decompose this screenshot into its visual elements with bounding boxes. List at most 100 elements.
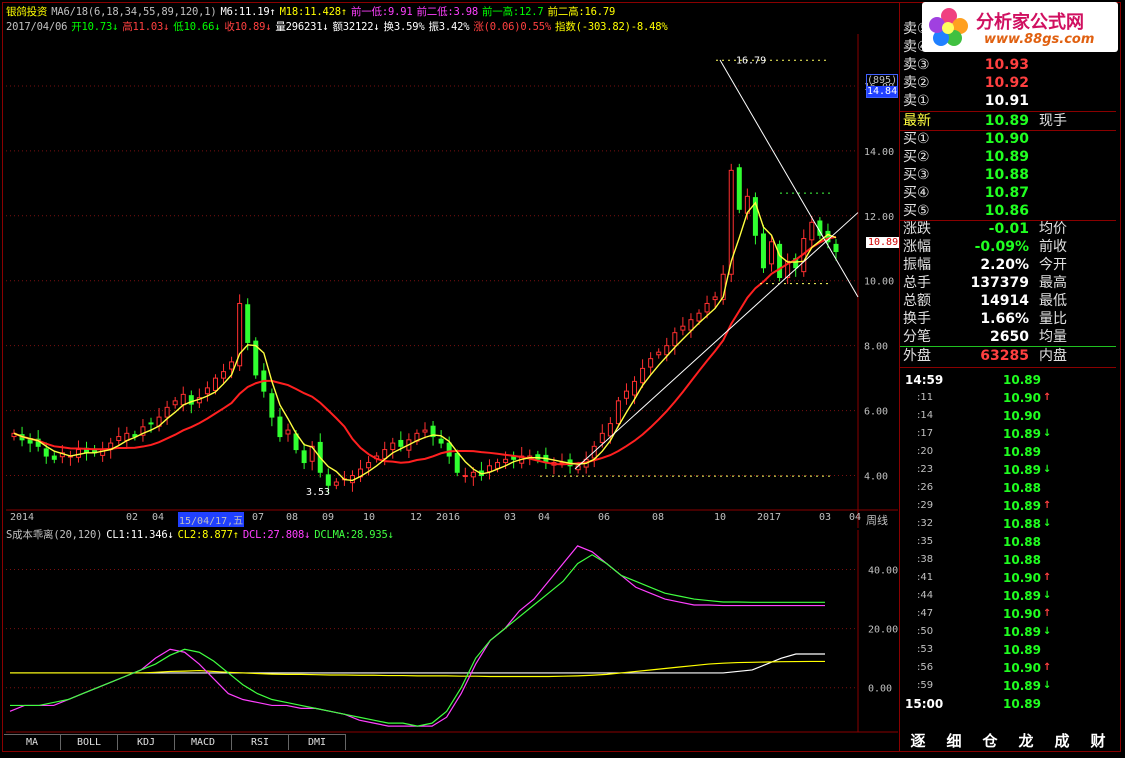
period-weekly-label[interactable]: 周线	[866, 512, 888, 528]
ohlc-item: 低10.66↓	[173, 21, 221, 33]
quote-label: 买①	[903, 131, 930, 147]
header-item: 前二低:3.98	[416, 6, 478, 18]
candle-body	[470, 471, 476, 478]
cursor-value-tag: (895) 14.84	[866, 74, 898, 98]
tick-price: 10.90	[1003, 607, 1041, 621]
stat-row: 振幅 2.20% 今开	[903, 256, 1115, 274]
quote-label: 卖①	[903, 93, 930, 109]
stat-row: 分笔 2650 均量	[903, 328, 1115, 346]
header-item: MA6/18(6,18,34,55,89,120,1)	[51, 6, 217, 18]
tab-boll[interactable]: BOLL	[61, 734, 118, 750]
candle-body	[245, 304, 251, 343]
quote-label: 买③	[903, 167, 930, 183]
candle-body	[769, 241, 775, 265]
indicator-item: S成本乖离(20,120)	[6, 529, 103, 541]
tick-price: 10.89	[1003, 679, 1041, 693]
tick-time: :44	[917, 590, 934, 601]
candle-body	[148, 422, 154, 425]
outer-label: 外盘	[903, 348, 931, 364]
stat-row: 总手 137379 最高	[903, 274, 1115, 292]
candle-body	[446, 442, 452, 457]
candle-body	[736, 167, 742, 210]
quote-label: 卖②	[903, 75, 930, 91]
candle-body	[688, 319, 694, 331]
tick-time: :26	[917, 482, 934, 493]
tick-arrow-icon: ↑	[1043, 662, 1052, 673]
candle-body	[632, 380, 638, 396]
y-tick-label: 4.00	[864, 472, 888, 483]
y-tick-label: 12.00	[864, 212, 894, 223]
y-tick-label: 6.00	[864, 407, 888, 418]
stat-value: -0.09%	[974, 239, 1029, 255]
panel-button[interactable]: 细	[941, 730, 967, 750]
candle-body	[285, 429, 291, 435]
candle-body	[438, 438, 444, 444]
quote-label: 买②	[903, 149, 930, 165]
tick-price: 10.88	[1003, 553, 1041, 567]
y-tick-label: 14.00	[864, 147, 894, 158]
tick-time: :32	[917, 518, 934, 529]
stat-row: 总额 14914 最低	[903, 292, 1115, 310]
tab-ma[interactable]: MA	[4, 734, 61, 750]
tick-time: :38	[917, 554, 934, 565]
x-tick-label: 2016	[436, 512, 461, 523]
ohlc-item: 量296231↓	[275, 21, 329, 33]
indicator-item: DCL:27.808↓	[242, 529, 311, 541]
indicator-header: S成本乖离(20,120) CL1:11.346↓ CL2:8.877↑ DCL:27…	[6, 527, 398, 542]
header-item: 前二高:16.79	[547, 6, 616, 18]
ma6-line	[13, 201, 837, 482]
tick-time: 14:59	[905, 373, 944, 387]
tick-row: :23 10.89 ↓	[903, 461, 1115, 479]
price-annotation: 16.79	[736, 55, 766, 66]
tick-time: :47	[917, 608, 934, 619]
stat-row: 涨跌 -0.01 均价	[903, 220, 1115, 238]
panel-button[interactable]: 龙	[1013, 730, 1039, 750]
candle-body	[229, 361, 235, 370]
candle-body	[277, 416, 283, 438]
tab-kdj[interactable]: KDJ	[118, 734, 175, 750]
candle-body	[615, 400, 621, 425]
logo-title: 分析家公式网	[976, 12, 1084, 33]
x-tick-label: 15/04/17,五	[178, 512, 245, 527]
tick-row: :11 10.90 ↑	[903, 389, 1115, 407]
tick-row: :32 10.88 ↓	[903, 515, 1115, 533]
panel-button[interactable]: 成	[1049, 730, 1075, 750]
panel-button[interactable]: 逐	[905, 730, 931, 750]
x-tick-label: 08	[286, 512, 299, 523]
kline-chart[interactable]: 4.006.008.0010.0012.0014.0016.0016.793.5…	[0, 0, 900, 530]
stat-label: 分笔	[903, 329, 931, 345]
tab-macd[interactable]: MACD	[175, 734, 232, 750]
candle-body	[809, 221, 815, 241]
tick-price: 10.89	[1003, 643, 1041, 657]
candle-body	[623, 390, 629, 399]
header-item: M6:11.19↑	[220, 6, 276, 18]
tab-rsi[interactable]: RSI	[232, 734, 289, 750]
tick-time: :35	[917, 536, 934, 547]
candle-body	[212, 377, 218, 391]
quote-value: 10.88	[984, 167, 1029, 183]
tick-price: 10.90	[1003, 391, 1041, 405]
tick-time: :20	[917, 446, 934, 457]
candle-body	[486, 465, 492, 473]
candle-body	[607, 423, 613, 437]
x-tick-label: 04	[152, 512, 165, 523]
tick-time: :23	[917, 464, 934, 475]
tick-time: :41	[917, 572, 934, 583]
stat-label-2: 均价	[1039, 221, 1067, 237]
panel-button[interactable]: 财	[1085, 730, 1111, 750]
stat-value: 14914	[980, 293, 1029, 309]
quote-row: 买③ 10.88	[903, 166, 1115, 184]
quote-label: 最新	[903, 113, 931, 129]
ohlc-item: 开10.73↓	[71, 21, 119, 33]
tab-dmi[interactable]: DMI	[289, 734, 346, 750]
tick-arrow-icon: ↓	[1043, 680, 1052, 691]
ohlc-item: 高11.03↓	[122, 21, 170, 33]
quote-row: 买⑤ 10.86	[903, 202, 1115, 220]
tick-time: :53	[917, 644, 934, 655]
stat-label: 总额	[903, 293, 931, 309]
panel-button[interactable]: 仓	[977, 730, 1003, 750]
stat-label: 振幅	[903, 257, 931, 273]
y-tick-label: 10.00	[864, 277, 894, 288]
tick-row: :50 10.89 ↓	[903, 623, 1115, 641]
candle-body	[833, 243, 839, 253]
